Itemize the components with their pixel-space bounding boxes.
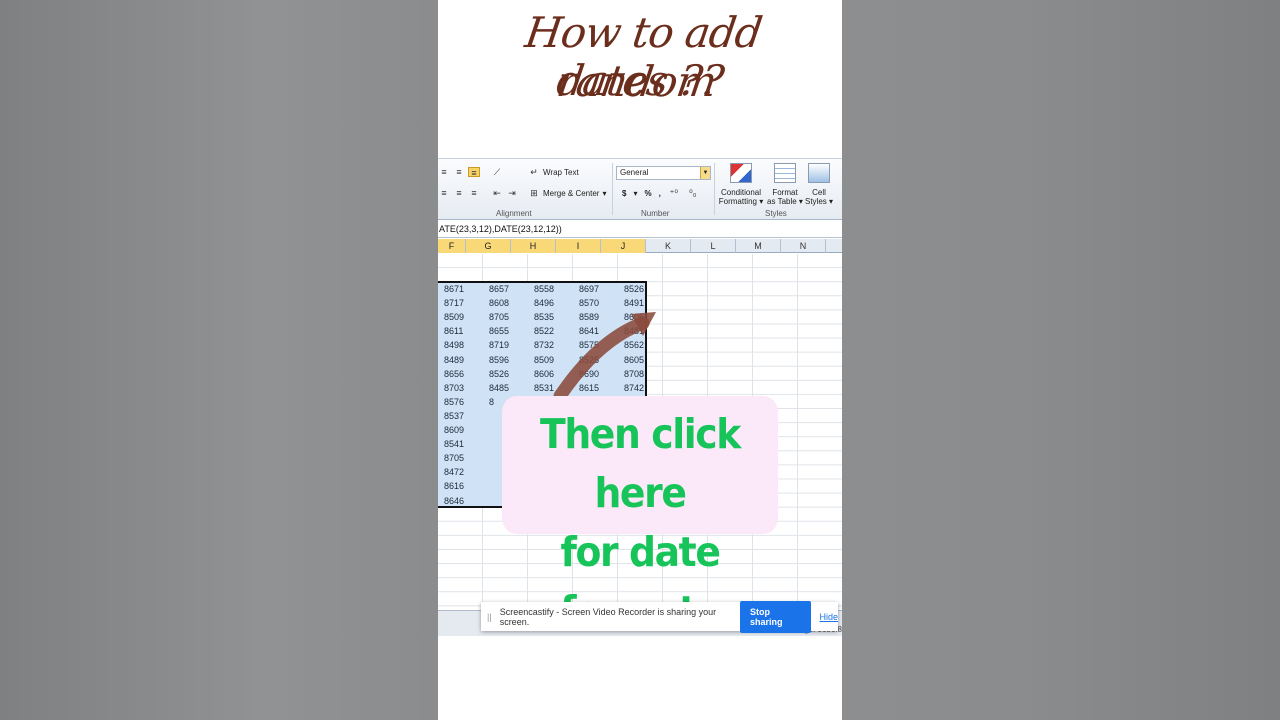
hide-link[interactable]: Hide — [819, 612, 838, 622]
video-blur-right — [842, 0, 1280, 720]
screen-share-bar: || Screencastify - Screen Video Recorder… — [481, 600, 838, 633]
drag-handle-icon[interactable]: || — [487, 612, 492, 622]
share-message: Screencastify - Screen Video Recorder is… — [499, 606, 717, 627]
video-blur-left — [0, 0, 438, 720]
instruction-callout: Then click here for date formate — [502, 396, 778, 635]
video-frame: How to add random dates ?? ≡ ≡ ≡ ⟋ ≡ ≡ ≡… — [438, 0, 842, 720]
callout-line-1: Then click here — [539, 410, 741, 517]
stop-sharing-button[interactable]: Stop sharing — [740, 600, 812, 633]
